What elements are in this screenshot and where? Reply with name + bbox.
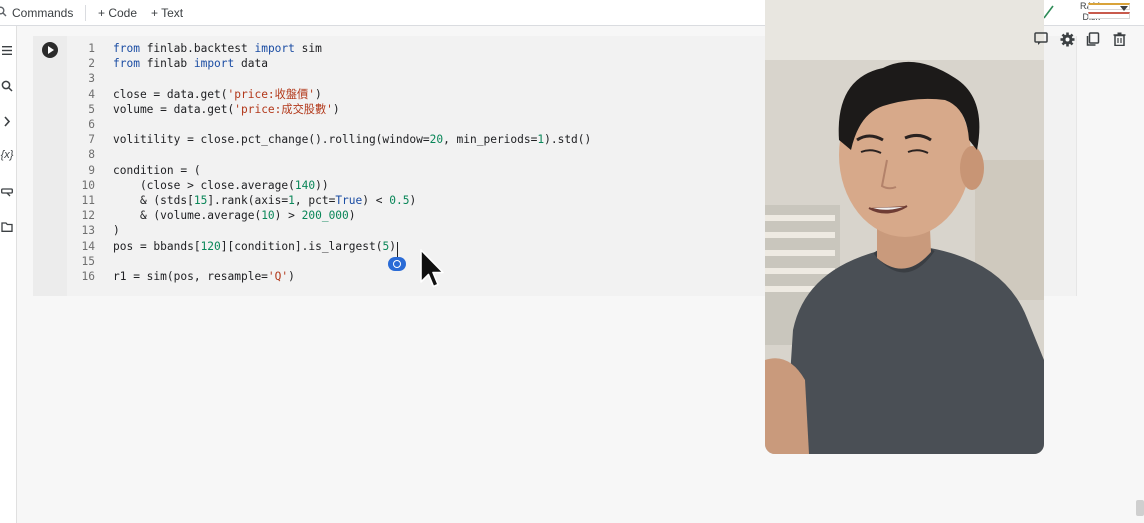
commands-button[interactable]: Commands [0, 0, 73, 26]
add-code-button[interactable]: + Code [98, 0, 137, 26]
run-cell-button[interactable] [42, 42, 58, 58]
code-line-text: (close > close.average(140)) [113, 178, 329, 192]
code-line-text: close = data.get('price:收盤價') [113, 87, 322, 101]
left-sidebar: {x} [0, 26, 17, 523]
chevron-right-icon[interactable] [0, 114, 14, 128]
code-assist-icon[interactable] [388, 257, 406, 271]
chevron-down-icon[interactable] [1120, 6, 1128, 11]
cell-gutter [33, 36, 67, 296]
trash-icon[interactable] [1110, 30, 1128, 48]
resource-monitor[interactable]: RAM Disk [1044, 0, 1144, 26]
mouse-pointer-icon [419, 248, 445, 295]
folder-icon[interactable] [0, 220, 14, 234]
presenter-video-icon [765, 0, 1044, 454]
add-text-button[interactable]: + Text [151, 0, 183, 26]
commands-label: Commands [12, 5, 74, 20]
code-line-text: & (volume.average(10) > 200_000) [113, 209, 356, 223]
disk-usage-bar [1088, 12, 1130, 19]
webcam-overlay [765, 0, 1044, 454]
key-icon[interactable] [0, 185, 14, 199]
colab-notebook: Commands + Code + Text {x} 1 from finlab… [0, 0, 1144, 523]
add-text-label: + Text [151, 5, 184, 20]
code-line-text: from finlab.backtest import sim [113, 42, 322, 55]
menu-icon[interactable] [0, 43, 14, 57]
text-caret [397, 242, 398, 257]
code-line-text: volume = data.get('price:成交股數') [113, 102, 340, 116]
gear-icon[interactable] [1058, 30, 1076, 48]
code-line-text: from finlab import data [113, 57, 268, 71]
code-line-text: & (stds[15].rank(axis=1, pct=True) < 0.5… [113, 194, 417, 207]
add-code-label: + Code [98, 5, 138, 20]
code-line-text: ) [113, 224, 120, 238]
code-line-text: condition = ( [113, 163, 201, 177]
code-line-text: pos = bbands[120][condition].is_largest(… [113, 239, 396, 253]
copy-icon[interactable] [1084, 30, 1102, 48]
search-icon[interactable] [0, 79, 14, 93]
search-icon [0, 5, 7, 20]
toolbar-divider [85, 5, 86, 21]
comment-icon[interactable] [1032, 30, 1050, 48]
variables-icon[interactable]: {x} [0, 148, 14, 162]
cell-toolbar [1032, 30, 1128, 48]
connected-check-icon [1044, 5, 1054, 19]
code-line-text: volitility = close.pct_change().rolling(… [113, 133, 592, 147]
code-line-text: r1 = sim(pos, resample='Q') [113, 270, 295, 283]
scrollbar[interactable] [1136, 500, 1144, 516]
